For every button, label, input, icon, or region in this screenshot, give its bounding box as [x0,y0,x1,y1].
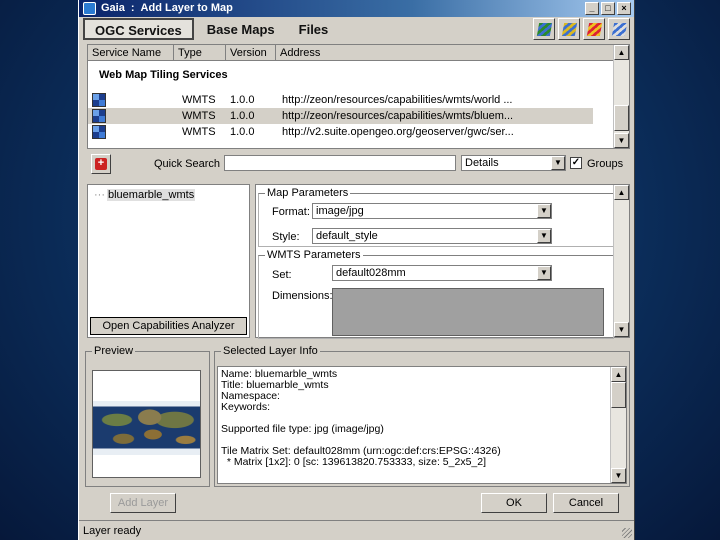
red-layers-icon[interactable] [583,18,605,40]
dimensions-label: Dimensions: [272,290,333,302]
preview-group: Preview [85,345,210,487]
services-scrollbar[interactable]: ▲ ▼ [613,45,629,148]
scroll-down-icon[interactable]: ▼ [614,322,629,337]
dimensions-area [332,288,604,336]
layer-tree: ··· bluemarble_wmts Open Capabilities Ana… [87,184,250,338]
quick-search-label: Quick Search [154,158,221,170]
format-select[interactable]: image/jpg ▼ [312,203,552,219]
groups-label: Groups [587,158,624,170]
wmts-service-icon [92,125,106,139]
tree-item[interactable]: ··· bluemarble_wmts [94,189,196,201]
app-name: Gaia [101,2,125,14]
edit-layers-icon[interactable] [608,18,630,40]
style-select[interactable]: default_style ▼ [312,228,552,244]
tab-base-maps[interactable]: Base Maps [195,18,286,40]
yellow-layers-icon[interactable] [558,18,580,40]
scroll-down-icon[interactable]: ▼ [614,133,629,148]
scroll-up-icon[interactable]: ▲ [614,45,629,60]
layer-parameters-panel: Map Parameters Format: image/jpg ▼ Style… [255,184,630,339]
scroll-up-icon[interactable]: ▲ [611,367,626,382]
add-service-icon: + [95,158,107,170]
table-row[interactable]: WMTS 1.0.0 http://v2.suite.opengeo.org/g… [88,124,593,140]
status-text: Layer ready [83,525,142,537]
resize-grip-icon[interactable] [622,528,632,538]
chevron-down-icon: ▼ [537,204,551,218]
services-table: Service Name Type Version Address Web Ma… [87,44,630,149]
add-layer-dialog: Gaia: Add Layer to Map _ □ × OGC Services… [78,0,635,540]
add-layer-button[interactable]: Add Layer [110,493,176,513]
style-label: Style: [272,231,300,243]
layer-info-textarea[interactable]: Name: bluemarble_wmts Title: bluemarble_… [217,366,627,484]
tab-ogc-services[interactable]: OGC Services [83,18,194,40]
params-scrollbar[interactable]: ▲ ▼ [613,185,629,337]
scroll-down-icon[interactable]: ▼ [611,468,626,483]
chevron-down-icon: ▼ [537,266,551,280]
col-address[interactable]: Address [276,45,615,60]
col-version[interactable]: Version [226,45,276,60]
layer-info-group: Selected Layer Info Name: bluemarble_wmt… [214,345,630,487]
toolbar-icons [533,18,630,40]
col-type[interactable]: Type [174,45,226,60]
window-title: Add Layer to Map [140,2,233,14]
view-mode-select[interactable]: Details ▼ [461,155,566,171]
col-service-name[interactable]: Service Name [88,45,174,60]
minimize-button[interactable]: _ [585,2,599,15]
table-row[interactable]: WMTS 1.0.0 http://zeon/resources/capabil… [88,108,593,124]
status-bar: Layer ready [79,520,634,540]
blue-marble-map [93,401,200,455]
wmts-service-icon [92,109,106,123]
preview-label: Preview [92,345,136,357]
wmts-service-icon [92,93,106,107]
tile-matrix-set-select[interactable]: default028mm ▼ [332,265,552,281]
add-service-button[interactable]: + [91,154,111,174]
cancel-button[interactable]: Cancel [553,493,619,513]
close-button[interactable]: × [617,2,631,15]
set-label: Set: [272,269,292,281]
scroll-thumb[interactable] [611,382,626,408]
groups-checkbox[interactable]: ✓ [570,157,582,169]
layer-info-label: Selected Layer Info [221,345,320,357]
info-scrollbar[interactable]: ▲ ▼ [610,367,626,483]
open-capabilities-analyzer-button[interactable]: Open Capabilities Analyzer [90,317,247,335]
ok-button[interactable]: OK [481,493,547,513]
gaia-app-icon [83,2,96,15]
table-row[interactable]: WMTS 1.0.0 http://zeon/resources/capabil… [88,92,593,108]
chevron-down-icon: ▼ [551,156,565,170]
scroll-thumb[interactable] [614,105,629,131]
quick-search-input[interactable] [224,155,456,171]
preview-image [92,370,201,478]
maximize-button[interactable]: □ [601,2,615,15]
group-title: Web Map Tiling Services [99,69,228,81]
tab-files[interactable]: Files [287,18,340,40]
table-header: Service Name Type Version Address [88,45,615,61]
scroll-up-icon[interactable]: ▲ [614,185,629,200]
chevron-down-icon: ▼ [537,229,551,243]
green-layers-icon[interactable] [533,18,555,40]
format-label: Format: [272,206,310,218]
source-tabs: OGC Services Base Maps Files [83,18,341,40]
quick-search-bar: + Quick Search Details ▼ ✓ Groups [87,152,630,176]
title-bar[interactable]: Gaia: Add Layer to Map _ □ × [79,0,634,17]
